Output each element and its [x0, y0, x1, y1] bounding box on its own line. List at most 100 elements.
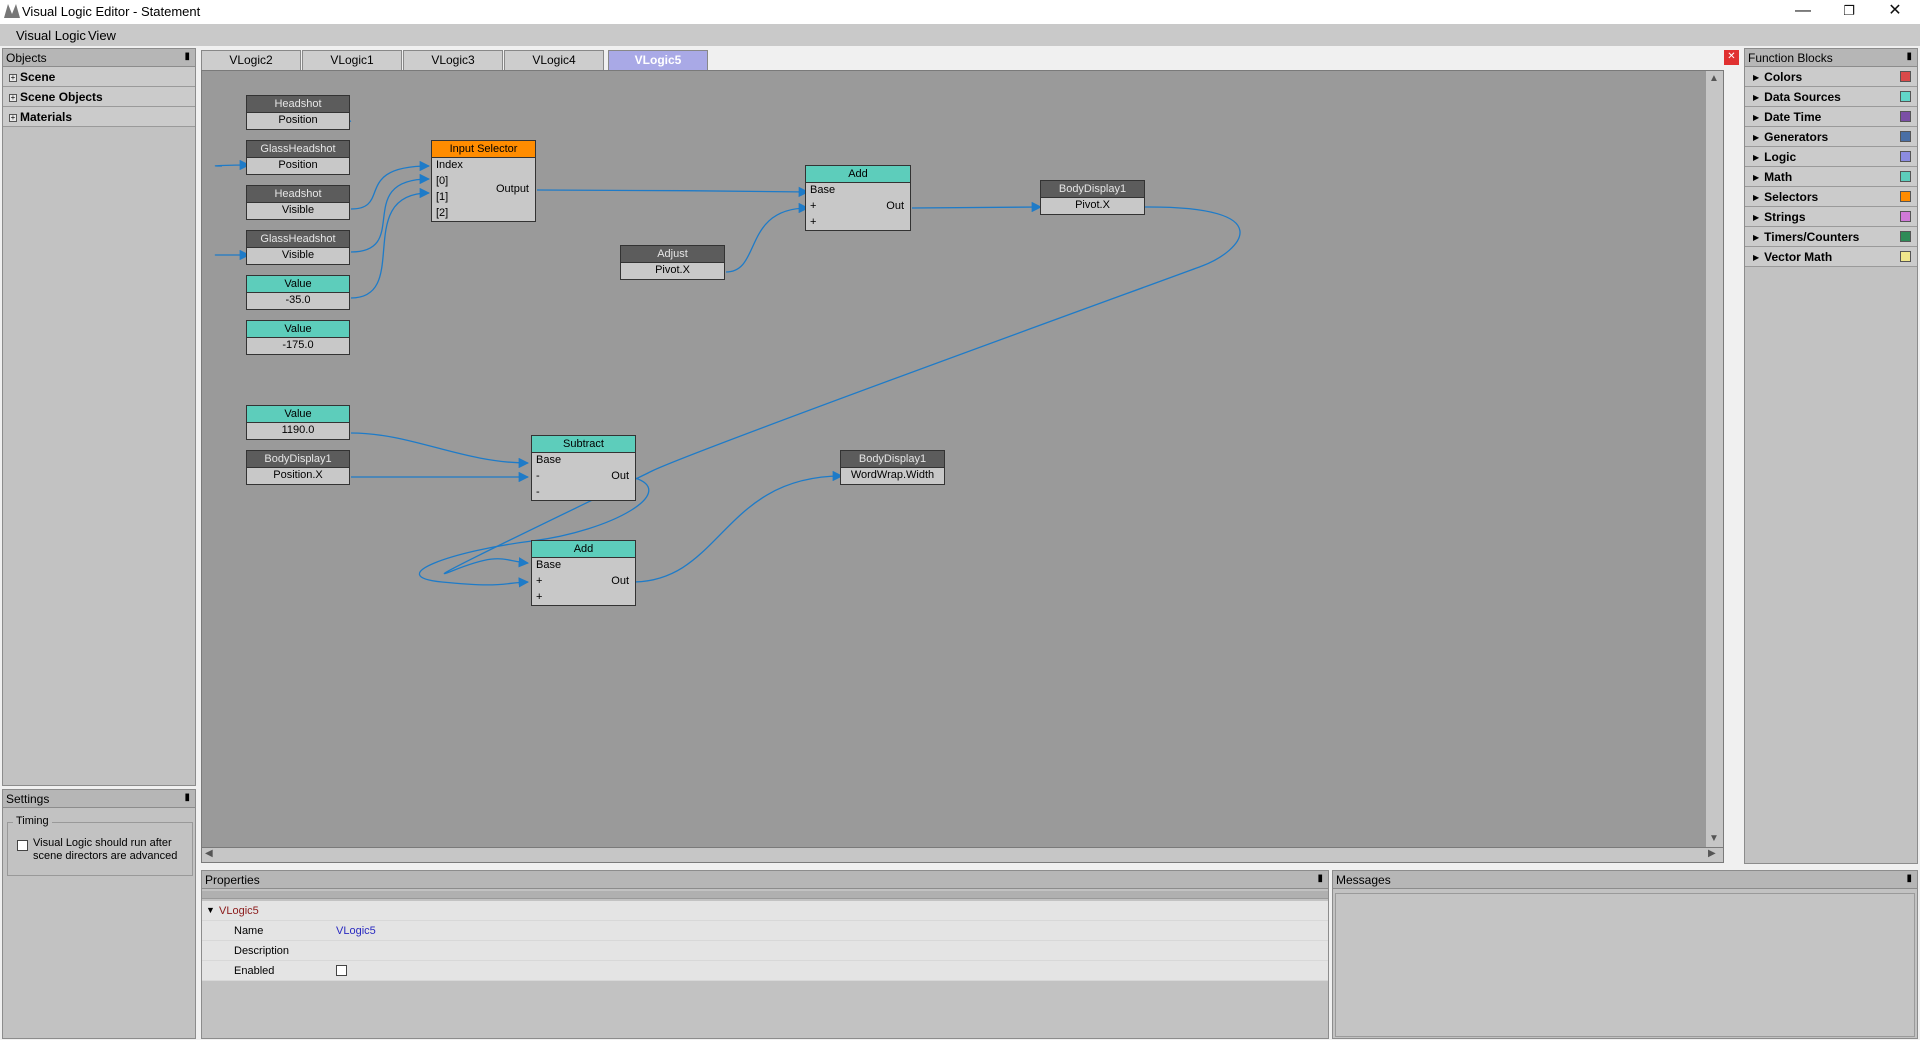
tree-item-materials[interactable]: + Materials	[3, 107, 195, 127]
node-bodydisplay-wordwrap[interactable]: BodyDisplay1 WordWrap.Width	[840, 450, 945, 485]
node-bodydisplay-pivot[interactable]: BodyDisplay1 Pivot.X	[1040, 180, 1145, 215]
scroll-up-icon[interactable]: ▲	[1709, 73, 1719, 84]
tree-item-scene[interactable]: + Scene	[3, 67, 195, 87]
close-icon[interactable]: ✕	[1872, 0, 1918, 24]
expand-icon[interactable]: +	[9, 114, 17, 122]
pin-icon[interactable]: ▮	[1906, 873, 1912, 884]
node-glassheadshot-position[interactable]: GlassHeadshot Position	[246, 140, 350, 175]
logic-canvas[interactable]: Headshot Position GlassHeadshot Position…	[201, 70, 1724, 848]
expand-arrow-icon[interactable]: ▶	[1753, 193, 1759, 202]
category-color-swatch	[1900, 191, 1911, 202]
messages-area	[1335, 893, 1915, 1037]
pin-icon[interactable]: ▮	[1906, 51, 1912, 62]
wire	[443, 206, 1241, 575]
tab-vlogic1[interactable]: VLogic1	[302, 50, 402, 70]
category-color-swatch	[1900, 171, 1911, 182]
expand-icon[interactable]: +	[9, 94, 17, 102]
messages-title: Messages	[1336, 873, 1391, 887]
vertical-scrollbar[interactable]: ▲ ▼	[1706, 71, 1723, 847]
node-add-1[interactable]: Add Base + + Out	[805, 165, 911, 231]
node-subtract[interactable]: Subtract Base - - Out	[531, 435, 636, 501]
tab-vlogic2[interactable]: VLogic2	[201, 50, 301, 70]
run-after-checkbox[interactable]	[17, 840, 28, 851]
tab-vlogic4[interactable]: VLogic4	[504, 50, 604, 70]
tree-item-scene-objects[interactable]: + Scene Objects	[3, 87, 195, 107]
node-input-selector[interactable]: Input Selector Index [0] [1] [2] Output	[431, 140, 536, 222]
property-name-row[interactable]: Name VLogic5	[202, 921, 1328, 941]
function-block-strings[interactable]: ▶ Strings	[1745, 207, 1917, 227]
objects-panel: Objects ▮ + Scene + Scene Objects + Materia…	[2, 48, 196, 786]
function-block-generators[interactable]: ▶ Generators	[1745, 127, 1917, 147]
expand-arrow-icon[interactable]: ▶	[1753, 253, 1759, 262]
category-color-swatch	[1900, 211, 1911, 222]
expand-icon[interactable]: +	[9, 74, 17, 82]
property-description-row[interactable]: Description	[202, 941, 1328, 961]
timing-group-label: Timing	[13, 815, 52, 827]
pin-icon[interactable]: ▮	[1317, 873, 1323, 884]
out-port-label: Out	[611, 575, 629, 587]
section-label: VLogic5	[219, 905, 259, 917]
expand-arrow-icon[interactable]: ▶	[1753, 153, 1759, 162]
node-glassheadshot-visible[interactable]: GlassHeadshot Visible	[246, 230, 350, 265]
expand-arrow-icon[interactable]: ▶	[1753, 173, 1759, 182]
function-block-date-time[interactable]: ▶ Date Time	[1745, 107, 1917, 127]
pin-icon[interactable]: ▮	[184, 51, 190, 62]
wire	[536, 186, 810, 198]
wire	[725, 202, 810, 273]
node-value-1[interactable]: Value -35.0	[246, 275, 350, 310]
function-block-colors[interactable]: ▶ Colors	[1745, 67, 1917, 87]
minimize-icon[interactable]: —	[1780, 0, 1826, 24]
node-headshot-visible[interactable]: Headshot Visible	[246, 185, 350, 220]
node-add-2[interactable]: Add Base + + Out	[531, 540, 636, 606]
expand-arrow-icon[interactable]: ▶	[1753, 233, 1759, 242]
category-color-swatch	[1900, 231, 1911, 242]
function-block-selectors[interactable]: ▶ Selectors	[1745, 187, 1917, 207]
category-color-swatch	[1900, 111, 1911, 122]
node-value-2[interactable]: Value -175.0	[246, 320, 350, 355]
category-color-swatch	[1900, 151, 1911, 162]
expand-arrow-icon[interactable]: ▶	[1753, 213, 1759, 222]
menu-view[interactable]: View	[88, 28, 116, 43]
collapse-icon[interactable]: ▼	[206, 905, 215, 915]
category-color-swatch	[1900, 91, 1911, 102]
scroll-left-icon[interactable]: ◀	[205, 848, 213, 859]
scroll-right-icon[interactable]: ▶	[1708, 848, 1716, 859]
tab-vlogic5[interactable]: VLogic5	[608, 50, 708, 70]
tab-vlogic3[interactable]: VLogic3	[403, 50, 503, 70]
property-enabled-row[interactable]: Enabled	[202, 961, 1328, 981]
menu-visual-logic[interactable]: Visual Logic	[16, 28, 86, 43]
properties-panel: Properties ▮ ▼ VLogic5 Name VLogic5 Desc…	[201, 870, 1329, 1039]
function-block-logic[interactable]: ▶ Logic	[1745, 147, 1917, 167]
expand-arrow-icon[interactable]: ▶	[1753, 93, 1759, 102]
messages-panel: Messages ▮	[1332, 870, 1918, 1039]
enabled-checkbox[interactable]	[336, 965, 347, 976]
expand-arrow-icon[interactable]: ▶	[1753, 133, 1759, 142]
restore-icon[interactable]: ❐	[1826, 0, 1872, 24]
node-bodydisplay-position[interactable]: BodyDisplay1 Position.X	[246, 450, 350, 485]
function-blocks-list: ▶ Colors ▶ Data Sources ▶ Date Time ▶ Generator…	[1745, 67, 1917, 267]
function-block-math[interactable]: ▶ Math	[1745, 167, 1917, 187]
name-value[interactable]: VLogic5	[336, 925, 376, 937]
wire	[214, 159, 251, 171]
close-tab-icon[interactable]: ✕	[1724, 50, 1739, 65]
category-color-swatch	[1900, 71, 1911, 82]
node-adjust-pivot[interactable]: Adjust Pivot.X	[620, 245, 725, 280]
output-port-label: Output	[495, 183, 529, 195]
out-port-label: Out	[611, 470, 629, 482]
scroll-down-icon[interactable]: ▼	[1709, 833, 1719, 844]
function-block-vector-math[interactable]: ▶ Vector Math	[1745, 247, 1917, 267]
window-title: Visual Logic Editor - Statement	[22, 4, 201, 19]
function-block-data-sources[interactable]: ▶ Data Sources	[1745, 87, 1917, 107]
properties-column-header	[202, 891, 1328, 899]
function-block-timers-counters[interactable]: ▶ Timers/Counters	[1745, 227, 1917, 247]
expand-arrow-icon[interactable]: ▶	[1753, 73, 1759, 82]
horizontal-scrollbar[interactable]: ◀ ▶	[201, 847, 1724, 863]
node-headshot-position[interactable]: Headshot Position	[246, 95, 350, 130]
pin-icon[interactable]: ▮	[184, 792, 190, 803]
node-value-3[interactable]: Value 1190.0	[246, 405, 350, 440]
function-blocks-title: Function Blocks	[1748, 51, 1833, 65]
properties-grid: ▼ VLogic5 Name VLogic5 Description Enabl…	[202, 901, 1328, 981]
properties-title: Properties	[205, 873, 260, 887]
expand-arrow-icon[interactable]: ▶	[1753, 113, 1759, 122]
properties-section-row[interactable]: ▼ VLogic5	[202, 901, 1328, 921]
